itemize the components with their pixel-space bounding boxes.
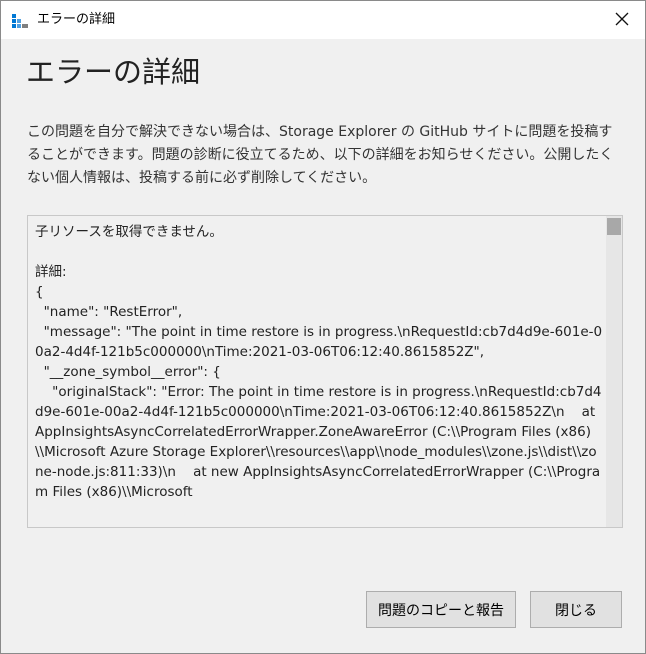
window-title: エラーの詳細 [37, 12, 116, 27]
storage-explorer-icon [11, 12, 29, 30]
copy-and-report-button[interactable]: 問題のコピーと報告 [366, 591, 516, 628]
close-icon [615, 11, 629, 30]
scrollbar-thumb[interactable] [607, 218, 621, 235]
instructions-text: この問題を自分で解決できない場合は、Storage Explorer の Git… [27, 124, 614, 186]
close-button[interactable]: 閉じる [530, 591, 622, 628]
vertical-scrollbar[interactable] [606, 216, 622, 527]
close-window-button[interactable] [599, 1, 645, 39]
title-bar[interactable]: エラーの詳細 [1, 1, 645, 39]
error-details-textbox[interactable]: 子リソースを取得できません。 詳細: { "name": "RestError"… [27, 215, 623, 528]
dialog-heading: エラーの詳細 [26, 55, 201, 89]
error-details-dialog: エラーの詳細 エラーの詳細 この問題を自分で解決できない場合は、Storage … [0, 0, 646, 654]
error-details-text[interactable]: 子リソースを取得できません。 詳細: { "name": "RestError"… [35, 222, 603, 502]
